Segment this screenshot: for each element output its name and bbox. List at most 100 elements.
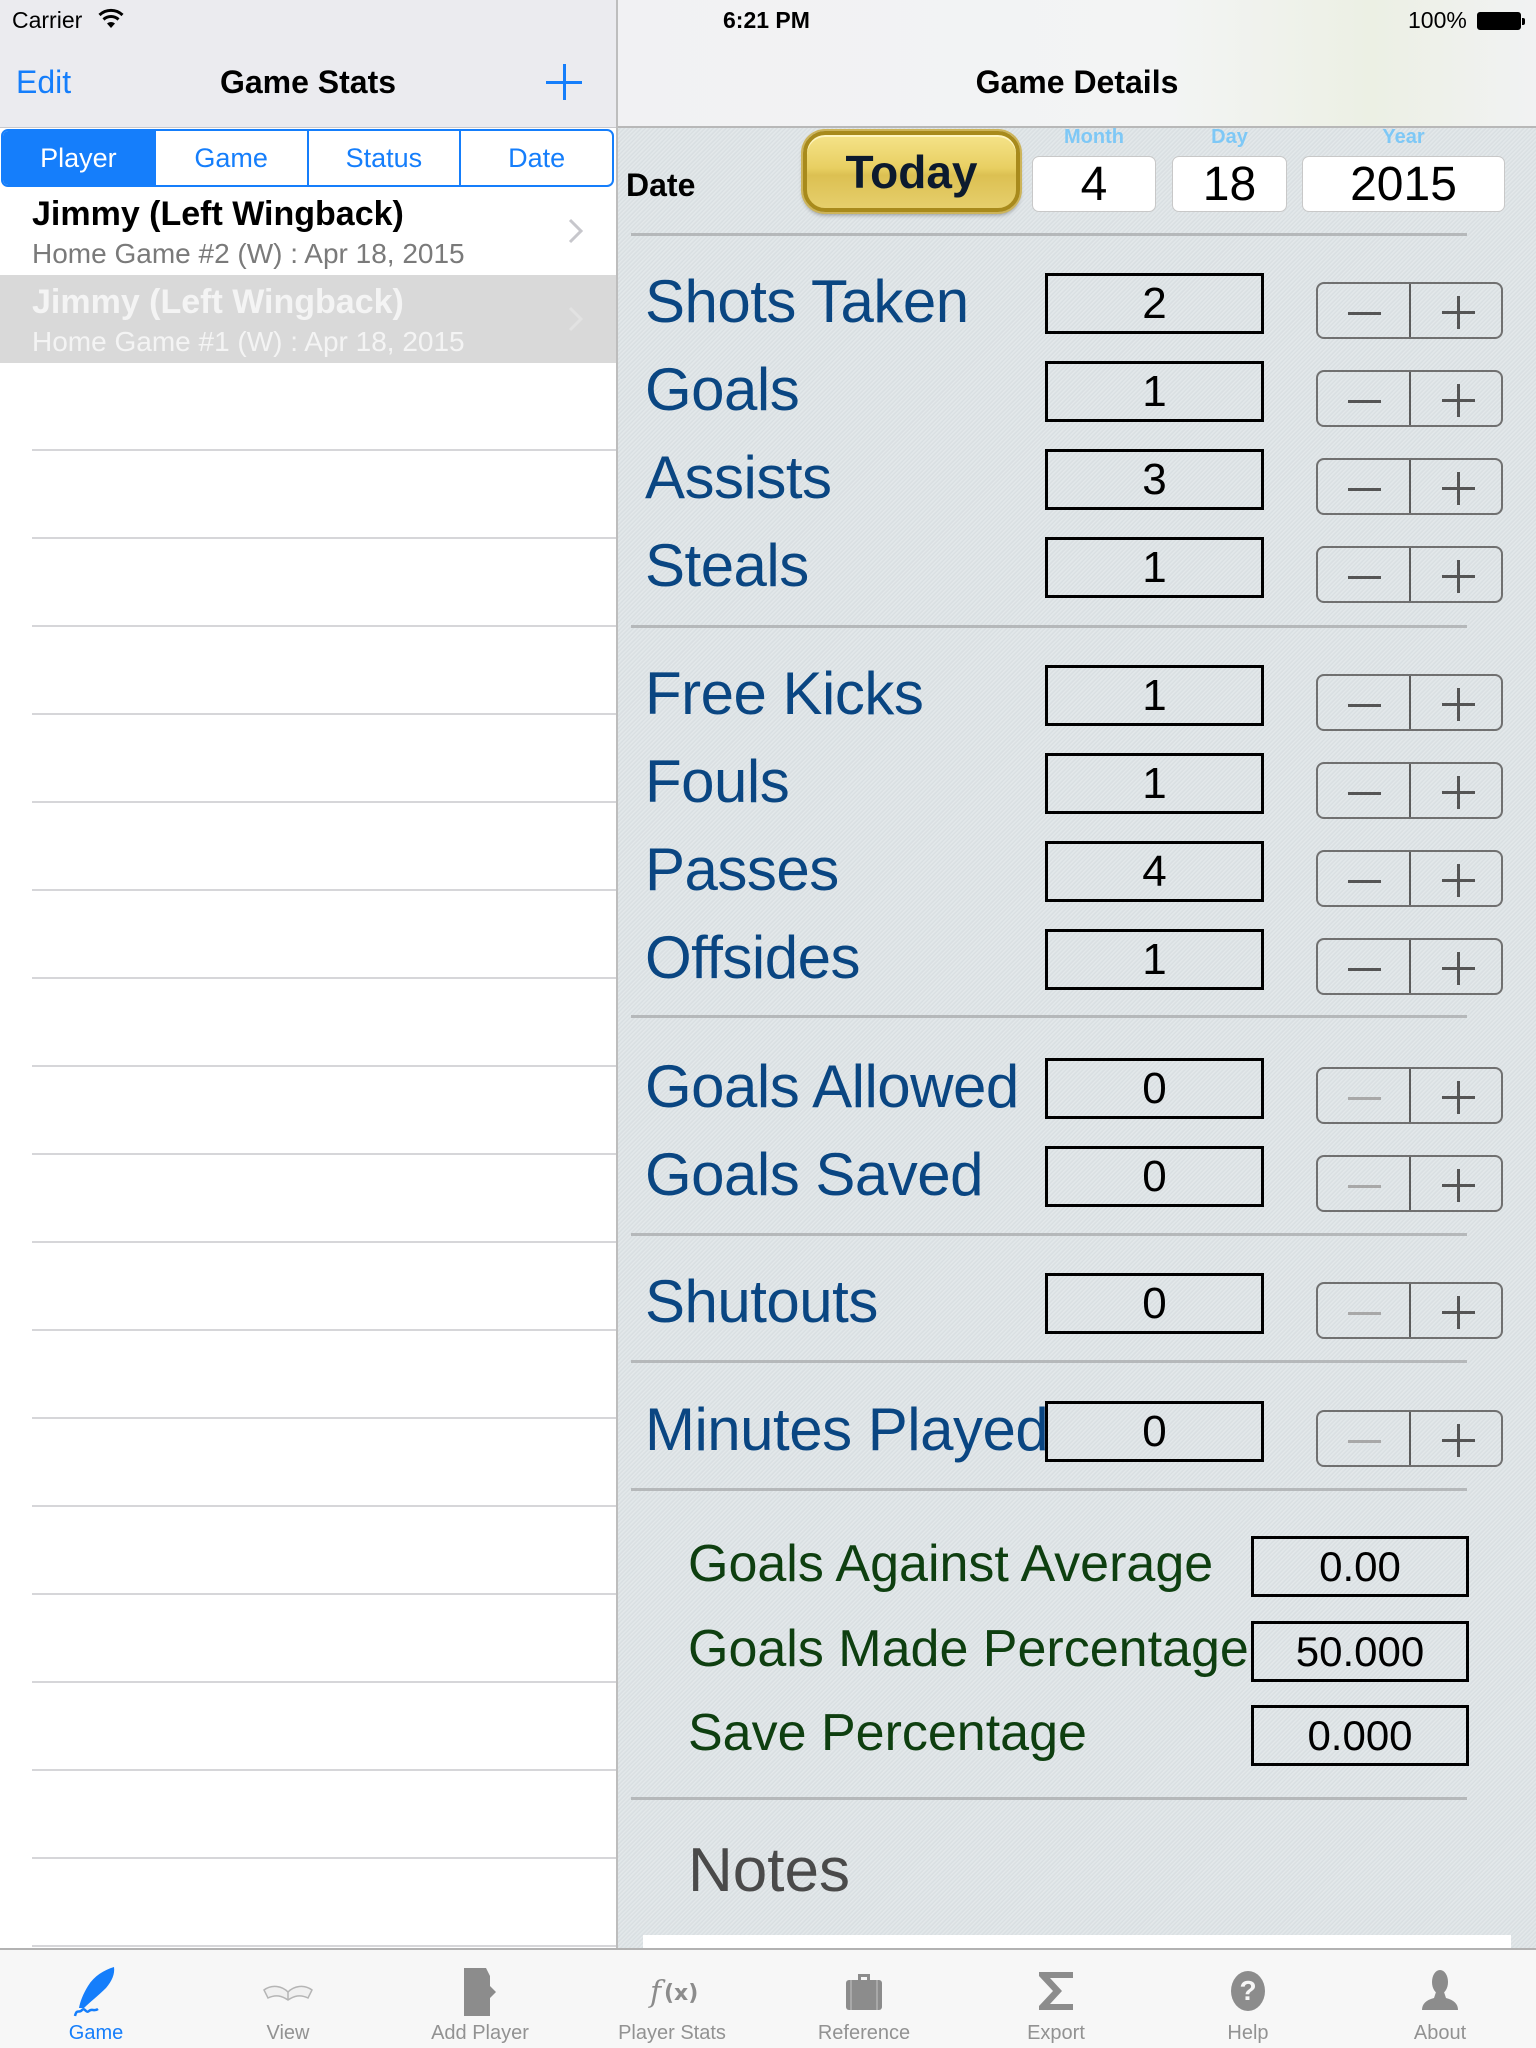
plus-icon [1456, 1169, 1460, 1202]
decrement-button[interactable] [1318, 372, 1409, 425]
plus-icon [1456, 560, 1460, 593]
increment-button[interactable] [1408, 1157, 1502, 1210]
stat-value-fouls[interactable]: 1 [1045, 753, 1264, 814]
decrement-button[interactable] [1318, 1412, 1409, 1465]
stat-label-goals-saved: Goals Saved [645, 1141, 984, 1208]
decrement-button[interactable] [1318, 676, 1409, 729]
tab-reference[interactable]: Reference [768, 1950, 960, 2048]
decrement-button[interactable] [1318, 852, 1409, 905]
stat-value-offsides[interactable]: 1 [1045, 929, 1264, 990]
stat-value-goals-allowed[interactable]: 0 [1045, 1058, 1264, 1119]
stat-value-goals[interactable]: 1 [1045, 361, 1264, 422]
divider [631, 1015, 1467, 1018]
game-list: Jimmy (Left Wingback) Home Game #2 (W) :… [0, 187, 616, 1947]
day-field[interactable]: 18 [1172, 156, 1287, 212]
sort-segmented-control: Player Game Status Date [1, 129, 614, 187]
edit-button[interactable]: Edit [16, 64, 71, 101]
stat-value-assists[interactable]: 3 [1045, 449, 1264, 510]
stat-value-goals-saved[interactable]: 0 [1045, 1146, 1264, 1207]
add-player-icon [464, 1968, 496, 2016]
tab-add-player[interactable]: Add Player [384, 1950, 576, 2048]
increment-button[interactable] [1408, 372, 1502, 425]
status-bar: Carrier 6:21 PM 100% [0, 0, 1536, 40]
decrement-button[interactable] [1318, 764, 1409, 817]
calc-value-save-percentage: 0.000 [1251, 1705, 1469, 1766]
segment-player[interactable]: Player [3, 131, 154, 185]
question-mark-icon: ? [1231, 1971, 1265, 2011]
stat-label-goals: Goals [645, 356, 800, 423]
increment-button[interactable] [1408, 460, 1502, 513]
tab-view[interactable]: View [192, 1950, 384, 2048]
plus-icon [1456, 688, 1460, 721]
tab-game[interactable]: Game [0, 1950, 192, 2048]
increment-button[interactable] [1408, 940, 1502, 993]
briefcase-icon [846, 1974, 882, 2010]
clock: 6:21 PM [723, 7, 810, 33]
tab-label: Game [68, 2022, 124, 2044]
month-field[interactable]: 4 [1032, 156, 1156, 212]
list-item[interactable]: Jimmy (Left Wingback) Home Game #1 (W) :… [0, 275, 616, 363]
chevron-right-icon [568, 218, 584, 244]
tab-export[interactable]: Export [960, 1950, 1152, 2048]
stat-value-shots-taken[interactable]: 2 [1045, 273, 1264, 334]
stepper-fouls [1316, 762, 1503, 819]
stat-value-steals[interactable]: 1 [1045, 537, 1264, 598]
plus-icon[interactable] [544, 62, 584, 102]
stat-value-minutes-played[interactable]: 0 [1045, 1401, 1264, 1462]
stat-value-passes[interactable]: 4 [1045, 841, 1264, 902]
increment-button[interactable] [1408, 764, 1502, 817]
decrement-button[interactable] [1318, 940, 1409, 993]
date-label: Date [626, 167, 696, 203]
stepper-steals [1316, 546, 1503, 603]
stat-label-fouls: Fouls [645, 748, 790, 815]
person-icon [1422, 1970, 1458, 2010]
empty-list-row [0, 1771, 616, 1859]
empty-list-row [0, 1859, 616, 1947]
increment-button[interactable] [1408, 852, 1502, 905]
tab-help[interactable]: ? Help [1152, 1950, 1344, 2048]
notes-textarea[interactable] [643, 1935, 1511, 1948]
stat-label-steals: Steals [645, 532, 809, 599]
stat-value-free-kicks[interactable]: 1 [1045, 665, 1264, 726]
master-title: Game Stats [219, 64, 397, 100]
quill-pen-icon [73, 1967, 115, 2017]
decrement-button[interactable] [1318, 1069, 1409, 1122]
today-button[interactable]: Today [803, 131, 1020, 212]
decrement-button[interactable] [1318, 284, 1409, 337]
increment-button[interactable] [1408, 1412, 1502, 1465]
segment-game[interactable]: Game [153, 131, 307, 185]
segment-status[interactable]: Status [306, 131, 460, 185]
calc-value-goals-against-average: 0.00 [1251, 1536, 1469, 1597]
stepper-goals-saved [1316, 1155, 1503, 1212]
tab-label: Help [1227, 2022, 1269, 2044]
year-field[interactable]: 2015 [1302, 156, 1505, 212]
increment-button[interactable] [1408, 1069, 1502, 1122]
decrement-button[interactable] [1318, 460, 1409, 513]
stat-value-shutouts[interactable]: 0 [1045, 1273, 1264, 1334]
increment-button[interactable] [1408, 284, 1502, 337]
plus-icon [1456, 864, 1460, 897]
tab-about[interactable]: About [1344, 1950, 1536, 2048]
decrement-button[interactable] [1318, 1157, 1409, 1210]
minus-icon [1348, 1312, 1381, 1315]
tab-label: About [1413, 2022, 1467, 2044]
increment-button[interactable] [1408, 548, 1502, 601]
plus-icon [1456, 952, 1460, 985]
minus-icon [1348, 880, 1381, 883]
calc-label-goals-made-percentage: Goals Made Percentage [688, 1620, 1249, 1678]
decrement-button[interactable] [1318, 548, 1409, 601]
stepper-shots-taken [1316, 282, 1503, 339]
list-item[interactable]: Jimmy (Left Wingback) Home Game #2 (W) :… [0, 187, 616, 275]
divider [631, 1488, 1467, 1491]
segment-date[interactable]: Date [459, 131, 612, 185]
minus-icon [1348, 968, 1381, 971]
plus-icon [1456, 384, 1460, 417]
increment-button[interactable] [1408, 676, 1502, 729]
minus-icon [1348, 1097, 1381, 1100]
increment-button[interactable] [1408, 1284, 1502, 1337]
tab-player-stats[interactable]: f (x) Player Stats [576, 1950, 768, 2048]
empty-list-row [0, 539, 616, 627]
tab-bar: Game View Add Player f (x) Player Stats … [0, 1948, 1536, 2048]
decrement-button[interactable] [1318, 1284, 1409, 1337]
minus-icon [1348, 400, 1381, 403]
